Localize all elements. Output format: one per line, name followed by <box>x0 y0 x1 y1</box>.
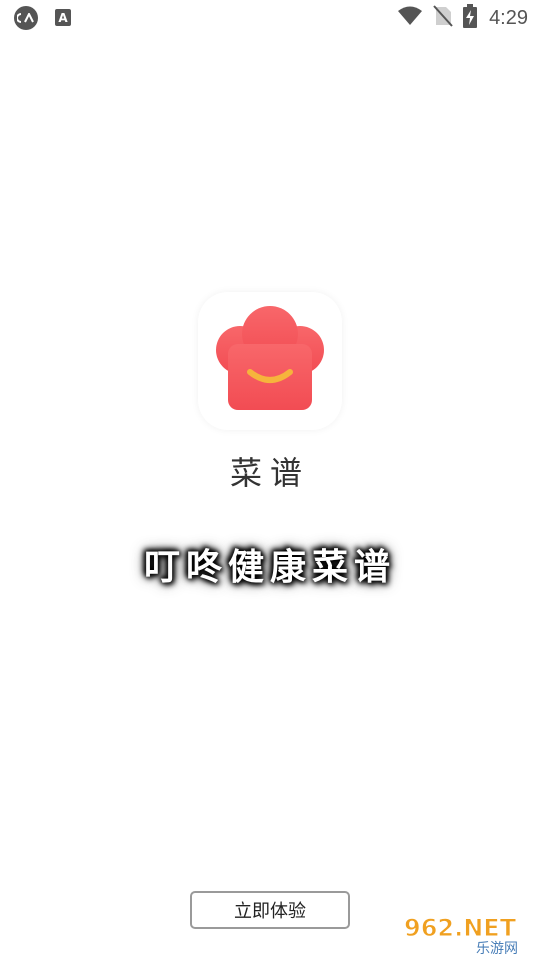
app-icon <box>198 292 342 430</box>
watermark-sub: 乐游网 <box>476 941 518 956</box>
start-experience-button[interactable]: 立即体验 <box>190 891 350 929</box>
site-watermark: 962.NET 乐游网 <box>402 912 536 958</box>
cast-icon <box>14 6 38 30</box>
status-time: 4:29 <box>489 6 528 29</box>
splash-screen: A 4:29 菜谱 叮咚健康菜谱 立即体验 962.NET 乐游网 <box>0 0 540 960</box>
battery-charging-icon <box>463 4 478 32</box>
no-sim-icon <box>433 5 453 31</box>
app-name: 菜谱 <box>229 454 310 492</box>
splash-tagline: 叮咚健康菜谱 <box>143 546 396 588</box>
status-icons: 4:29 <box>397 4 528 32</box>
wifi-icon <box>397 6 423 30</box>
watermark-main: 962.NET <box>404 914 517 942</box>
chef-hat-icon <box>216 306 324 410</box>
status-bar: A 4:29 <box>0 0 540 36</box>
font-icon: A <box>55 9 71 26</box>
